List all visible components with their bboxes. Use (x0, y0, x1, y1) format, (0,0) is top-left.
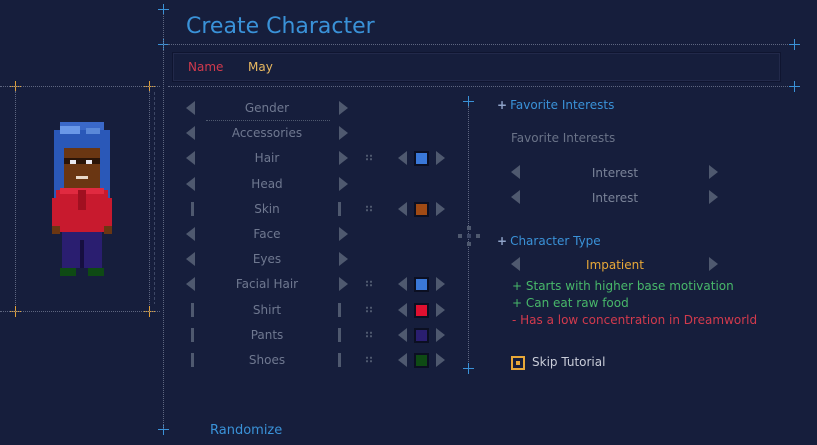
skip-tutorial-checkbox[interactable] (511, 356, 525, 370)
shirt-color-swatch[interactable] (414, 303, 429, 318)
character-type-next-icon[interactable] (709, 257, 718, 271)
shirt-grip-icon[interactable] (365, 306, 373, 313)
interests-subheader: Favorite Interests (511, 131, 616, 145)
hair-prev-icon[interactable] (186, 151, 195, 165)
face-next-icon[interactable] (339, 227, 348, 241)
shoes-prev-icon[interactable] (191, 353, 194, 367)
name-input[interactable]: May (248, 60, 273, 74)
skin-color-prev-icon[interactable] (398, 202, 407, 216)
guide-line (168, 44, 788, 45)
eyes-label: Eyes (252, 252, 282, 266)
interest-2-label: Interest (591, 191, 639, 205)
name-label: Name (188, 60, 224, 74)
hair-color-swatch[interactable] (414, 151, 429, 166)
character-preview (52, 122, 112, 276)
interest-1-prev-icon[interactable] (511, 165, 520, 179)
facial-hair-color-next-icon[interactable] (436, 277, 445, 291)
head-prev-icon[interactable] (186, 177, 195, 191)
trait-positive: + Starts with higher base motivation (512, 279, 734, 293)
skip-tutorial-label: Skip Tutorial (532, 355, 606, 369)
skin-color-next-icon[interactable] (436, 202, 445, 216)
gender-prev-icon[interactable] (186, 101, 195, 115)
skin-label: Skin (254, 202, 280, 216)
shirt-color-next-icon[interactable] (436, 303, 445, 317)
hair-color-prev-icon[interactable] (398, 151, 407, 165)
shirt-prev-icon[interactable] (191, 303, 194, 317)
interest-2-prev-icon[interactable] (511, 190, 520, 204)
pants-prev-icon[interactable] (191, 328, 194, 342)
character-type-value: Impatient (586, 258, 644, 272)
hair-color-next-icon[interactable] (436, 151, 445, 165)
shoes-label: Shoes (248, 353, 286, 367)
facial-hair-color-prev-icon[interactable] (398, 277, 407, 291)
move-handle-icon[interactable] (458, 226, 480, 246)
trait-positive: + Can eat raw food (512, 296, 629, 310)
guide-line (0, 311, 160, 312)
guide-cross-icon (789, 39, 800, 50)
head-label: Head (251, 177, 283, 191)
gender-next-icon[interactable] (339, 101, 348, 115)
pants-color-swatch[interactable] (414, 328, 429, 343)
gender-label: Gender (244, 101, 290, 115)
head-next-icon[interactable] (339, 177, 348, 191)
shoes-color-swatch[interactable] (414, 353, 429, 368)
guide-line (0, 86, 160, 87)
face-prev-icon[interactable] (186, 227, 195, 241)
skin-prev-icon[interactable] (191, 202, 194, 216)
skin-color-swatch[interactable] (414, 202, 429, 217)
preview-edge (154, 92, 155, 304)
facial-hair-grip-icon[interactable] (365, 280, 373, 287)
shoes-color-next-icon[interactable] (436, 353, 445, 367)
guide-line (168, 86, 788, 87)
pants-color-prev-icon[interactable] (398, 328, 407, 342)
skin-next-icon[interactable] (338, 202, 341, 216)
face-label: Face (253, 227, 281, 241)
accessories-prev-icon[interactable] (186, 126, 195, 140)
interest-1-label: Interest (591, 166, 639, 180)
guide-cross-icon (463, 363, 474, 374)
pants-grip-icon[interactable] (365, 331, 373, 338)
shirt-next-icon[interactable] (338, 303, 341, 317)
interest-2-next-icon[interactable] (709, 190, 718, 204)
eyes-prev-icon[interactable] (186, 252, 195, 266)
shoes-next-icon[interactable] (338, 353, 341, 367)
facial-hair-prev-icon[interactable] (186, 277, 195, 291)
selected-underline (206, 120, 330, 121)
shirt-color-prev-icon[interactable] (398, 303, 407, 317)
shirt-label: Shirt (252, 303, 282, 317)
pants-color-next-icon[interactable] (436, 328, 445, 342)
skin-grip-icon[interactable] (365, 205, 373, 212)
pants-label: Pants (250, 328, 284, 342)
page-title: Create Character (186, 14, 375, 39)
interest-1-next-icon[interactable] (709, 165, 718, 179)
hair-next-icon[interactable] (339, 151, 348, 165)
trait-negative: - Has a low concentration in Dreamworld (512, 313, 758, 327)
hair-label: Hair (254, 151, 280, 165)
plus-icon: + (497, 234, 508, 248)
character-type-prev-icon[interactable] (511, 257, 520, 271)
accessories-label: Accessories (231, 126, 303, 140)
guide-line (163, 14, 164, 429)
plus-icon: + (497, 98, 508, 112)
guide-cross-icon (789, 81, 800, 92)
hair-grip-icon[interactable] (365, 154, 373, 161)
shoes-color-prev-icon[interactable] (398, 353, 407, 367)
facial-hair-label: Facial Hair (235, 277, 299, 291)
pants-next-icon[interactable] (338, 328, 341, 342)
character-type-header[interactable]: + Character Type (497, 234, 601, 248)
guide-line (15, 91, 16, 305)
guide-line (149, 91, 150, 305)
facial-hair-color-swatch[interactable] (414, 277, 429, 292)
facial-hair-next-icon[interactable] (339, 277, 348, 291)
accessories-next-icon[interactable] (339, 126, 348, 140)
interests-header[interactable]: + Favorite Interests (497, 98, 614, 112)
shoes-grip-icon[interactable] (365, 356, 373, 363)
eyes-next-icon[interactable] (339, 252, 348, 266)
randomize-button[interactable]: Randomize (210, 423, 282, 438)
